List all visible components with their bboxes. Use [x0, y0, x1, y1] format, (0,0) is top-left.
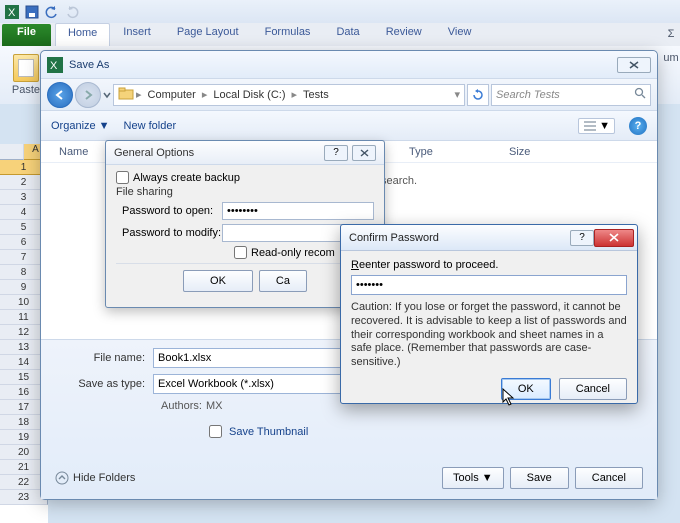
chevron-right-icon: ▸ — [202, 88, 208, 101]
filetype-label: Save as type: — [55, 378, 153, 390]
checkbox-icon[interactable] — [234, 246, 247, 259]
file-sharing-label: File sharing — [116, 186, 374, 198]
col-type[interactable]: Type — [409, 146, 509, 158]
bc-folder[interactable]: Tests — [299, 89, 333, 101]
tab-page-layout[interactable]: Page Layout — [164, 23, 252, 46]
save-thumbnail-checkbox[interactable]: Save Thumbnail — [205, 422, 643, 441]
svg-text:X: X — [8, 7, 16, 19]
tab-home[interactable]: Home — [55, 23, 110, 46]
svg-text:X: X — [50, 60, 58, 72]
empty-hint: search. — [381, 175, 417, 187]
pw-modify-label: Password to modify: — [116, 227, 222, 239]
confirm-password-dialog: Confirm Password ? Reenter password to p… — [340, 224, 638, 404]
partial-label: um — [663, 52, 678, 64]
checkbox-icon[interactable] — [116, 171, 129, 184]
autosum-icon: Σ — [668, 28, 675, 40]
tab-data[interactable]: Data — [323, 23, 372, 46]
list-icon — [583, 120, 597, 132]
help-icon[interactable]: ? — [324, 145, 348, 161]
general-options-titlebar[interactable]: General Options ? — [106, 141, 384, 165]
reenter-label: Reenter password to proceed. — [351, 259, 627, 271]
tab-formulas[interactable]: Formulas — [252, 23, 324, 46]
redo-icon[interactable] — [64, 4, 80, 20]
filename-label: File name: — [55, 352, 153, 364]
folder-icon — [118, 86, 134, 103]
confirm-cancel-button[interactable]: Cancel — [559, 378, 627, 400]
select-all-cell[interactable] — [0, 144, 24, 160]
authors-value[interactable]: MX — [206, 400, 223, 412]
pw-open-label: Password to open: — [116, 205, 222, 217]
options-cancel-button[interactable]: Ca — [259, 270, 307, 292]
excel-document-icon: X — [47, 57, 63, 73]
confirm-titlebar[interactable]: Confirm Password ? — [341, 225, 637, 251]
save-button[interactable]: Save — [510, 467, 569, 489]
chevron-down-icon[interactable] — [103, 88, 111, 102]
close-icon[interactable] — [352, 145, 376, 161]
save-as-title: Save As — [69, 59, 617, 71]
tab-insert[interactable]: Insert — [110, 23, 164, 46]
new-folder-button[interactable]: New folder — [124, 120, 177, 132]
help-icon[interactable]: ? — [629, 117, 647, 135]
chevron-down-icon: ▼ — [99, 120, 110, 132]
ribbon-tabs: File Home Insert Page Layout Formulas Da… — [0, 23, 680, 46]
options-ok-button[interactable]: OK — [183, 270, 253, 292]
caution-text: Caution: If you lose or forget the passw… — [351, 301, 627, 370]
refresh-button[interactable] — [467, 84, 489, 106]
undo-icon[interactable] — [44, 4, 60, 20]
confirm-ok-button[interactable]: OK — [501, 378, 551, 400]
chevron-right-icon: ▸ — [291, 88, 297, 101]
chevron-down-icon[interactable]: ▾ — [454, 88, 460, 101]
breadcrumb[interactable]: ▸ Computer ▸ Local Disk (C:) ▸ Tests ▾ — [113, 84, 465, 106]
explorer-toolbar: Organize▼ New folder ▼ ? — [41, 111, 657, 141]
quick-access-toolbar: X — [0, 0, 680, 23]
hide-folders-button[interactable]: Hide Folders — [55, 471, 135, 485]
view-options-button[interactable]: ▼ — [578, 118, 615, 134]
checkbox-icon[interactable] — [209, 425, 222, 438]
general-options-title: General Options — [114, 147, 320, 159]
tools-menu[interactable]: Tools ▼ — [442, 467, 504, 489]
search-input[interactable]: Search Tests — [491, 84, 651, 106]
tab-view[interactable]: View — [435, 23, 485, 46]
chevron-up-icon — [55, 471, 69, 485]
save-icon[interactable] — [24, 4, 40, 20]
confirm-password-input[interactable] — [351, 275, 627, 295]
chevron-down-icon: ▼ — [482, 472, 493, 484]
chevron-right-icon: ▸ — [136, 88, 142, 101]
save-as-titlebar[interactable]: X Save As — [41, 51, 657, 79]
organize-menu[interactable]: Organize▼ — [51, 120, 110, 132]
authors-label: Authors: — [161, 400, 202, 412]
close-icon[interactable] — [594, 229, 634, 247]
search-icon — [634, 87, 646, 102]
clipboard-icon — [13, 54, 39, 82]
search-placeholder: Search Tests — [496, 89, 560, 101]
chevron-down-icon: ▼ — [599, 120, 610, 132]
col-size[interactable]: Size — [509, 146, 589, 158]
tab-file[interactable]: File — [2, 24, 51, 46]
pw-open-input[interactable] — [222, 202, 374, 220]
forward-button[interactable] — [75, 82, 101, 108]
bc-computer[interactable]: Computer — [144, 89, 200, 101]
back-button[interactable] — [47, 82, 73, 108]
help-icon[interactable]: ? — [570, 230, 594, 246]
nav-bar: ▸ Computer ▸ Local Disk (C:) ▸ Tests ▾ S… — [41, 79, 657, 111]
ribbon-right-fragment: Σ um — [662, 24, 680, 124]
bc-drive[interactable]: Local Disk (C:) — [209, 89, 289, 101]
close-icon[interactable] — [617, 57, 651, 73]
cancel-button[interactable]: Cancel — [575, 467, 643, 489]
confirm-title: Confirm Password — [349, 232, 566, 244]
paste-label: Paste — [12, 84, 40, 96]
excel-logo-icon: X — [4, 4, 20, 20]
tab-review[interactable]: Review — [373, 23, 435, 46]
always-backup-checkbox[interactable]: Always create backup — [116, 171, 374, 184]
